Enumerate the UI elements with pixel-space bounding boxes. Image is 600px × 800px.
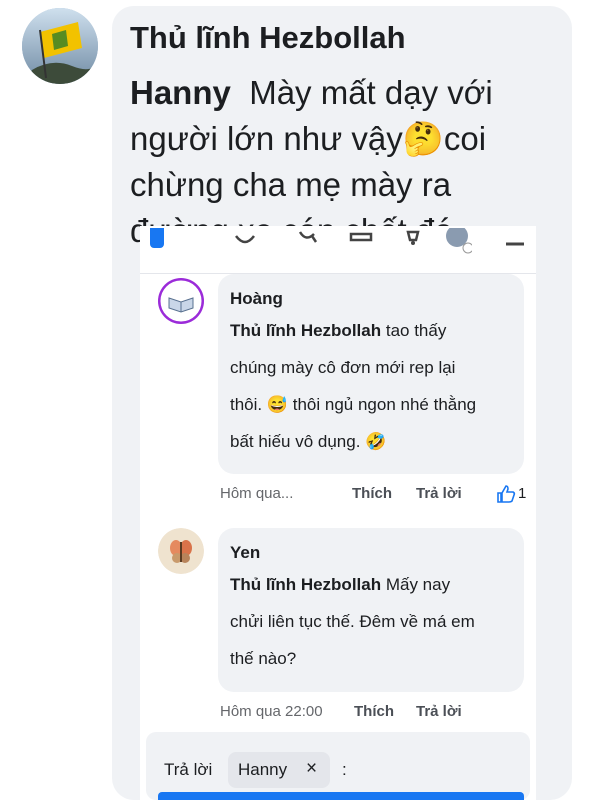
app-logo-icon [150,228,164,248]
like-button[interactable]: Thích [352,485,392,502]
mention-link[interactable]: Thủ lĩnh Hezbollah [230,321,381,340]
reply-colon: : [342,760,347,779]
bell-icon [406,230,420,245]
thumbs-up-icon[interactable] [496,484,516,504]
commenter-name-hoang[interactable]: Hoàng [230,289,283,309]
butterfly-avatar [158,528,204,574]
search-icon [298,231,318,243]
reply-label: Trả lời [164,760,213,779]
mention-link[interactable]: Thủ lĩnh Hezbollah [230,575,381,594]
commenter-name-yen[interactable]: Yen [230,543,260,563]
home-icon [235,235,255,244]
commenter-avatar-yen[interactable] [158,528,204,574]
message-icon [349,232,373,242]
like-button[interactable]: Thích [354,703,394,720]
timestamp-yen: Hôm qua 22:00 [220,703,323,720]
profile-menu-icon [446,228,472,254]
comment-author-name[interactable]: Thủ lĩnh Hezbollah [130,20,406,56]
reply-button[interactable]: Trả lời [416,485,462,502]
reply-composer[interactable]: Trả lời Hanny × : [146,732,530,800]
screenshot-toolbar [140,226,536,274]
chip-name: Hanny [238,760,288,779]
timestamp-hoang: Hôm qua... [220,485,294,502]
commenter-avatar-hoang[interactable] [158,278,204,324]
mention-link[interactable]: Hanny [130,74,231,111]
reply-button[interactable]: Trả lời [416,703,462,720]
embedded-screenshot: Hoàng Thủ lĩnh Hezbollah tao thấy chúng … [140,226,536,800]
author-avatar[interactable] [22,8,98,84]
profile-flag-avatar [22,8,98,84]
book-avatar [158,278,204,324]
reply-target-chip[interactable]: Hanny × [228,752,330,788]
reply-text-hoang: Thủ lĩnh Hezbollah tao thấy chúng mày cô… [230,321,477,451]
menu-icon [506,242,524,246]
reaction-count: 1 [518,485,527,502]
close-icon[interactable]: × [306,758,317,780]
reply-text-yen: Thủ lĩnh Hezbollah Mấy nay chửi liên tục… [230,575,475,668]
keyboard-accent-bar [158,792,524,800]
thinking-emoji: 🤔 [402,120,444,157]
